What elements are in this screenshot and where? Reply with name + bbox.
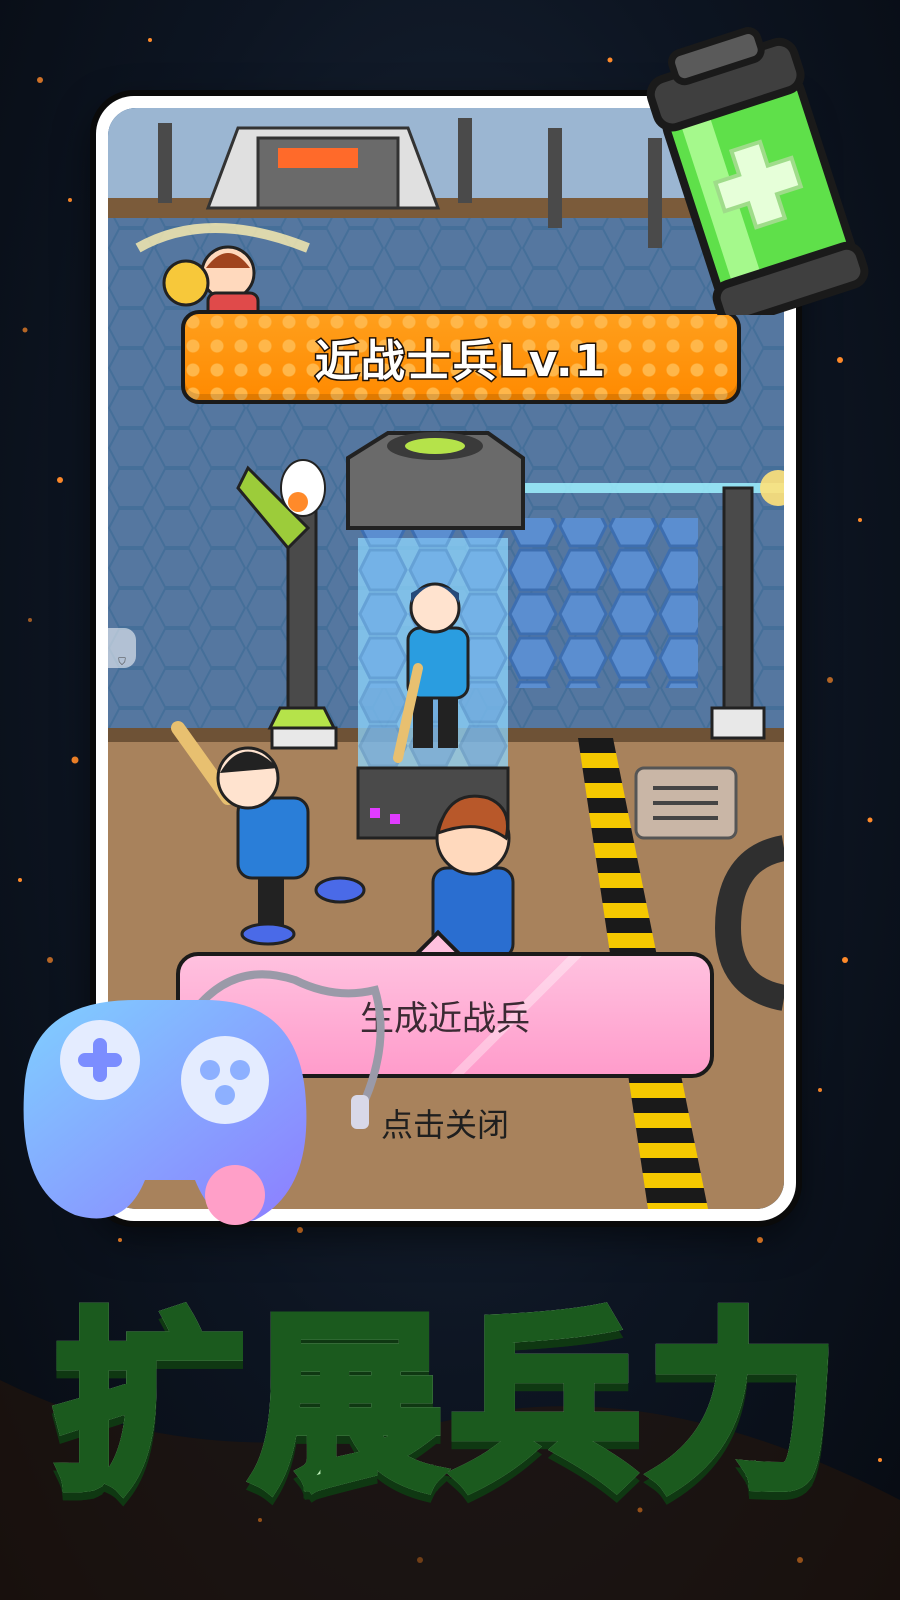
page-title: 扩展兵力 bbox=[0, 1250, 900, 1525]
gamepad-icon bbox=[23, 970, 385, 1225]
level-banner: 近战士兵Lv.1 bbox=[181, 310, 741, 404]
privacy-icon[interactable]: ⛉ bbox=[108, 628, 136, 668]
level-text: 近战士兵Lv.1 bbox=[313, 335, 608, 389]
battery-icon bbox=[646, 27, 869, 315]
